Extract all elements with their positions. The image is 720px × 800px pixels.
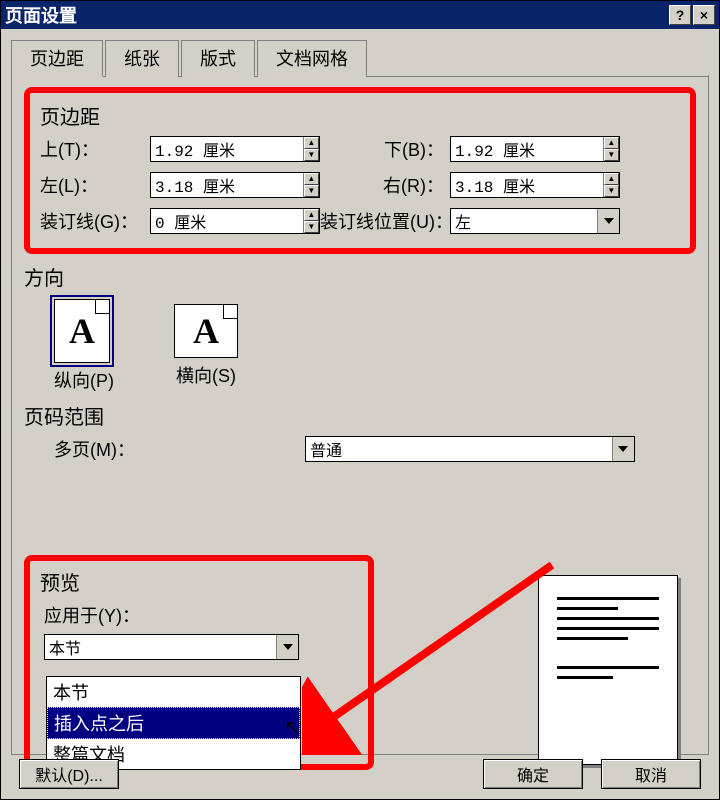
apply-option-after-insertion[interactable]: 插入点之后 — [47, 707, 300, 739]
default-button[interactable]: 默认(D)... — [19, 759, 119, 789]
left-input[interactable] — [151, 173, 303, 197]
spin-down-icon[interactable]: ▼ — [304, 149, 319, 161]
dropdown-arrow-icon[interactable] — [597, 209, 619, 233]
title-bar: 页面设置 ? × — [1, 1, 719, 29]
bottom-label: 下(B)： — [320, 136, 450, 162]
left-label: 左(L)： — [40, 172, 150, 198]
spin-up-icon[interactable]: ▲ — [304, 173, 319, 185]
help-button[interactable]: ? — [669, 5, 691, 25]
tab-strip: 页边距 纸张 版式 文档网格 — [11, 39, 709, 77]
spin-up-icon[interactable]: ▲ — [604, 173, 619, 185]
apply-to-dropdown[interactable]: 本节 — [44, 634, 299, 660]
ok-button[interactable]: 确定 — [483, 759, 583, 789]
left-spinner[interactable]: ▲▼ — [150, 172, 320, 198]
multi-page-label: 多页(M)： — [54, 436, 135, 462]
multi-page-value: 普通 — [306, 437, 612, 461]
spin-down-icon[interactable]: ▼ — [304, 221, 319, 233]
orientation-portrait[interactable]: A 纵向(P) — [54, 299, 114, 393]
dropdown-arrow-icon[interactable] — [612, 437, 634, 461]
spin-up-icon[interactable]: ▲ — [304, 209, 319, 221]
gutter-pos-dropdown[interactable]: 左 — [450, 208, 620, 234]
top-spinner[interactable]: ▲▼ — [150, 136, 320, 162]
top-input[interactable] — [151, 137, 303, 161]
top-label: 上(T)： — [40, 136, 150, 162]
margins-group: 页边距 上(T)： ▲▼ 下(B)： ▲▼ 左(L)： ▲▼ — [24, 87, 696, 254]
right-label: 右(R)： — [320, 172, 450, 198]
gutter-pos-value: 左 — [451, 209, 597, 233]
dropdown-arrow-icon[interactable] — [276, 635, 298, 659]
multi-page-dropdown[interactable]: 普通 — [305, 436, 635, 462]
right-input[interactable] — [451, 173, 603, 197]
tab-paper[interactable]: 纸张 — [105, 40, 179, 77]
spin-up-icon[interactable]: ▲ — [304, 137, 319, 149]
spin-down-icon[interactable]: ▼ — [604, 149, 619, 161]
page-preview-thumbnail — [538, 575, 678, 765]
bottom-spinner[interactable]: ▲▼ — [450, 136, 620, 162]
landscape-icon: A — [174, 304, 238, 358]
tab-layout[interactable]: 版式 — [181, 40, 255, 77]
apply-to-label: 应用于(Y)： — [44, 602, 358, 628]
spin-down-icon[interactable]: ▼ — [304, 185, 319, 197]
preview-group-label: 预览 — [40, 567, 358, 596]
gutter-spinner[interactable]: ▲▼ — [150, 208, 320, 234]
portrait-label: 纵向(P) — [54, 367, 114, 393]
gutter-label: 装订线(G)： — [40, 208, 150, 234]
cancel-button[interactable]: 取消 — [601, 759, 701, 789]
gutter-pos-label: 装订线位置(U)： — [320, 208, 450, 234]
page-range-label: 页码范围 — [24, 401, 696, 430]
tab-grid[interactable]: 文档网格 — [257, 40, 367, 77]
margins-group-label: 页边距 — [40, 101, 680, 130]
portrait-icon: A — [54, 299, 110, 363]
close-button[interactable]: × — [693, 5, 715, 25]
apply-to-option-list: 本节 插入点之后 整篇文档 — [46, 676, 301, 770]
spin-down-icon[interactable]: ▼ — [604, 185, 619, 197]
orientation-landscape[interactable]: A 横向(S) — [174, 304, 238, 388]
gutter-input[interactable] — [151, 209, 303, 233]
bottom-input[interactable] — [451, 137, 603, 161]
apply-option-section[interactable]: 本节 — [47, 677, 300, 707]
spin-up-icon[interactable]: ▲ — [604, 137, 619, 149]
orientation-label: 方向 — [24, 262, 696, 291]
landscape-label: 横向(S) — [174, 362, 238, 388]
apply-to-value: 本节 — [45, 635, 276, 659]
tab-margins[interactable]: 页边距 — [11, 40, 103, 77]
right-spinner[interactable]: ▲▼ — [450, 172, 620, 198]
dialog-title: 页面设置 — [5, 2, 77, 28]
preview-group: 预览 应用于(Y)： 本节 本节 插入点之后 整篇文档 — [24, 555, 374, 770]
